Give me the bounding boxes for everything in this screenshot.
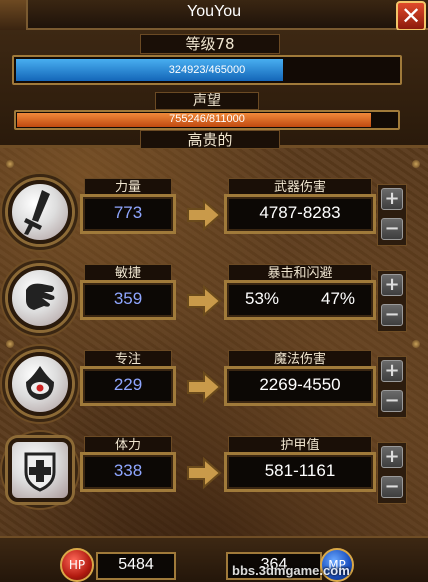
stat-value: 359 — [113, 289, 143, 308]
arrow-right-icon — [187, 198, 222, 232]
plus-button[interactable]: + — [381, 446, 403, 468]
reputation-rank: 高贵的 — [140, 130, 280, 149]
minus-button[interactable]: − — [381, 218, 403, 240]
reputation-text: 755246/811000 — [169, 113, 245, 125]
rivet — [412, 160, 420, 168]
arrow-right-icon — [187, 456, 222, 490]
rivet — [6, 160, 14, 168]
plus-button[interactable]: + — [381, 274, 403, 296]
fist-icon — [8, 266, 72, 330]
arrow-right-icon — [187, 284, 222, 318]
stat-value: 773 — [113, 203, 143, 222]
level-label: 等级78 — [140, 34, 280, 54]
eye-flame-icon — [8, 352, 72, 416]
shield-cross-icon — [8, 438, 72, 502]
stat-result: 2269-4550 — [259, 375, 341, 394]
minus-button[interactable]: − — [381, 304, 403, 326]
xp-text: 324923/465000 — [168, 64, 246, 76]
plus-button[interactable]: + — [381, 360, 403, 382]
stat-result: 4787-8283 — [259, 203, 341, 222]
hp-orb-icon: HP — [60, 548, 94, 582]
watermark: bbs.3dmgame.com — [232, 563, 350, 578]
minus-button[interactable]: − — [381, 476, 403, 498]
dodge-chance: 47% — [320, 289, 356, 308]
character-name: YouYou — [187, 3, 241, 20]
rivet — [6, 340, 14, 348]
reputation-label: 声望 — [155, 92, 259, 110]
crit-chance: 53% — [244, 289, 280, 308]
hp-value: 5484 — [118, 556, 154, 573]
arrow-right-icon — [187, 370, 222, 404]
rivet — [412, 340, 420, 348]
close-button[interactable]: ✕ — [396, 1, 426, 31]
stat-value: 229 — [113, 375, 143, 394]
stat-value: 338 — [113, 461, 143, 480]
sword-icon — [8, 180, 72, 244]
stat-result: 581-1161 — [264, 461, 336, 480]
plus-button[interactable]: + — [381, 188, 403, 210]
minus-button[interactable]: − — [381, 390, 403, 412]
